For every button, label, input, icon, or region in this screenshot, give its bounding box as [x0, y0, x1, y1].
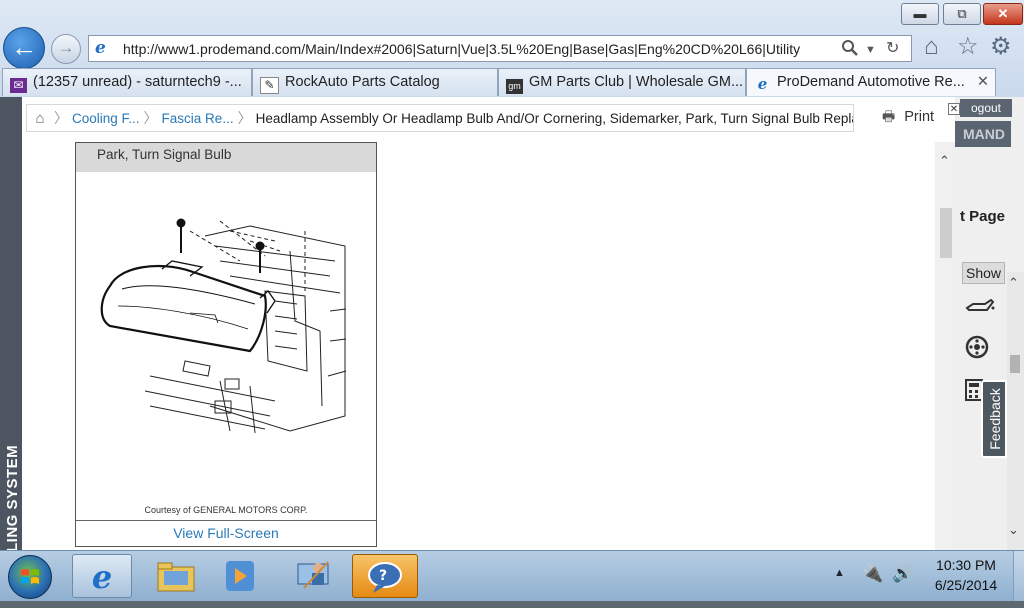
figure-title: Park, Turn Signal Bulb: [97, 147, 232, 162]
close-window-button[interactable]: ✕: [983, 3, 1023, 25]
scroll-up-icon[interactable]: ⌃: [1008, 275, 1019, 291]
article-dialog: ⌂ 〉 Cooling F... 〉 Fascia Re... 〉 Headlamp Ass…: [22, 97, 960, 550]
tray-expand-icon[interactable]: ▲: [834, 567, 845, 579]
user-monitor-icon: [284, 554, 344, 598]
taskbar-media-player[interactable]: [210, 554, 270, 598]
close-tab-icon[interactable]: ✕: [977, 69, 989, 96]
taskbar-file-explorer[interactable]: [146, 554, 206, 598]
chevron-right-icon: 〉: [54, 110, 68, 126]
page-scrollbar[interactable]: [1007, 272, 1024, 550]
page-scrollbar-thumb[interactable]: [1010, 355, 1020, 373]
play-icon: [210, 554, 270, 598]
tab-prodemand[interactable]: e ProDemand Automotive Re... ✕: [746, 68, 996, 96]
taskbar-prodemand-app[interactable]: ?: [352, 554, 418, 598]
clock-time[interactable]: 10:30 PM: [928, 557, 1004, 573]
tab-gm-parts[interactable]: gm GM Parts Club | Wholesale GM...: [498, 68, 746, 96]
rockauto-icon: ✎: [260, 77, 279, 94]
minimize-button[interactable]: ▬: [901, 3, 939, 25]
windows-logo-icon: [21, 569, 39, 584]
figure-card: Park, Turn Signal Bulb Courtesy of GENER…: [75, 142, 377, 547]
svg-text:?: ?: [379, 568, 387, 584]
ie-icon: e: [757, 75, 768, 93]
page-label[interactable]: t Page: [960, 208, 1005, 225]
tab-mail[interactable]: ✉ (12357 unread) - saturntech9 -...: [2, 68, 252, 96]
logout-link[interactable]: ogout: [960, 99, 1012, 117]
home-icon[interactable]: ⌂: [27, 105, 53, 131]
left-sidebar-strip: LING SYSTEM: [0, 97, 22, 552]
browser-chrome: ▬ ⧉ ✕ ← → e http://www1.prodemand.com/Ma…: [0, 0, 1024, 97]
taskbar-remote-desktop[interactable]: [284, 554, 344, 598]
restore-button[interactable]: ⧉: [943, 3, 981, 25]
arrow-right-icon: →: [57, 38, 75, 57]
settings-gear-icon[interactable]: ⚙: [990, 33, 1012, 61]
ie-icon: e: [91, 558, 113, 596]
tab-bar: ✉ (12357 unread) - saturntech9 -... ✎ Rock…: [0, 68, 1024, 97]
breadcrumb-item-fascia[interactable]: Fascia Re...: [159, 105, 237, 131]
power-plug-icon[interactable]: 🔌: [862, 564, 883, 584]
taskbar: e ? ▲ 🔌 🔊 10:30 PM 6/25/2014: [0, 550, 1024, 601]
home-icon[interactable]: ⌂: [924, 33, 939, 61]
breadcrumb: ⌂ 〉 Cooling F... 〉 Fascia Re... 〉 Headlamp Ass…: [26, 104, 854, 132]
breadcrumb-item-cooling[interactable]: Cooling F...: [69, 105, 143, 131]
mail-icon: ✉: [10, 78, 27, 93]
dialog-scrollbar-thumb[interactable]: [940, 208, 952, 258]
headlamp-diagram: [100, 218, 347, 434]
divider: [76, 520, 376, 521]
section-vertical-label: LING SYSTEM: [4, 444, 21, 552]
figure-title-band: Park, Turn Signal Bulb: [76, 143, 376, 172]
search-icon[interactable]: [841, 39, 859, 62]
chat-bubble-icon: ?: [353, 555, 417, 597]
clock-date[interactable]: 6/25/2014: [928, 577, 1004, 593]
dialog-scrollbar[interactable]: [935, 142, 955, 550]
figure-credit: Courtesy of GENERAL MOTORS CORP.: [144, 505, 308, 515]
ie-page-icon: e: [95, 38, 106, 58]
printer-icon: 🖶: [882, 108, 896, 124]
chevron-right-icon: 〉: [237, 110, 252, 126]
address-bar[interactable]: e http://www1.prodemand.com/Main/Index#2…: [88, 35, 912, 62]
taskbar-internet-explorer[interactable]: e: [72, 554, 132, 598]
folder-icon: [146, 554, 206, 598]
breadcrumb-item-current: Headlamp Assembly Or Headlamp Bulb And/O…: [255, 111, 854, 126]
start-button[interactable]: [8, 555, 52, 599]
tab-rockauto[interactable]: ✎ RockAuto Parts Catalog: [252, 68, 498, 96]
page-content: LING SYSTEM ogout MAND t Page Show ⌃ ⌄ F…: [0, 97, 1024, 552]
view-fullscreen-link[interactable]: View Full-Screen: [76, 525, 376, 541]
dropdown-arrow-icon[interactable]: ▼: [865, 41, 876, 60]
scroll-up-icon[interactable]: ⌃: [939, 153, 950, 169]
chevron-right-icon: 〉: [143, 110, 158, 126]
brand-banner: MAND: [955, 121, 1011, 147]
favorites-star-icon[interactable]: ☆: [957, 33, 979, 61]
close-dialog-button[interactable]: ✕: [948, 103, 960, 115]
show-button[interactable]: Show: [962, 262, 1005, 284]
scroll-down-icon[interactable]: ⌄: [1008, 522, 1019, 538]
feedback-label: Feedback: [987, 388, 1003, 450]
volume-icon[interactable]: 🔊: [892, 564, 913, 584]
refresh-icon[interactable]: ↻: [886, 39, 899, 58]
print-button[interactable]: 🖶 Print: [882, 106, 934, 130]
url-text[interactable]: http://www1.prodemand.com/Main/Index#200…: [123, 41, 837, 57]
back-button[interactable]: ←: [3, 27, 45, 69]
show-desktop-button[interactable]: [1013, 551, 1024, 601]
forward-button[interactable]: →: [51, 34, 81, 64]
gm-icon: gm: [506, 79, 523, 94]
wheel-icon[interactable]: [965, 335, 989, 365]
feedback-tab[interactable]: Feedback: [981, 380, 1007, 458]
arrow-left-icon: ←: [11, 32, 37, 62]
oil-can-icon[interactable]: [965, 294, 995, 320]
